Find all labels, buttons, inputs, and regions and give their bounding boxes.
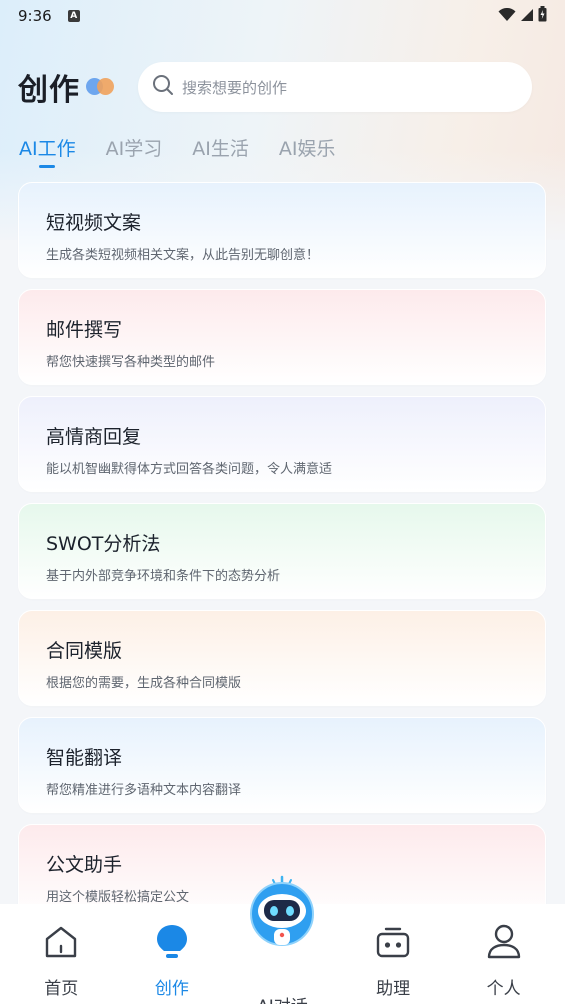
tab-ai-life[interactable]: AI生活 <box>192 134 249 168</box>
category-tabs: AI工作 AI学习 AI生活 AI娱乐 <box>0 134 565 174</box>
status-time: 9:36 <box>18 7 52 25</box>
nav-home[interactable]: 首页 <box>11 904 111 1004</box>
page-title: 创作 <box>18 73 80 108</box>
assistant-icon <box>373 922 413 962</box>
card-title: 高情商回复 <box>46 426 142 448</box>
tab-label: AI生活 <box>192 138 249 160</box>
card-description: 帮您精准进行多语种文本内容翻译 <box>46 783 242 798</box>
tab-label: AI工作 <box>19 138 76 160</box>
person-icon <box>484 922 524 962</box>
bottom-nav: 首页 创作 AI对话 助理 <box>0 875 565 1004</box>
robot-icon <box>242 874 322 954</box>
card-email-writing[interactable]: 邮件撰写 帮您快速撰写各种类型的邮件 <box>18 289 546 385</box>
card-smart-translation[interactable]: 智能翻译 帮您精准进行多语种文本内容翻译 <box>18 717 546 813</box>
wifi-icon <box>498 7 516 26</box>
nav-assistant[interactable]: 助理 <box>343 904 443 1004</box>
nav-label: 首页 <box>44 979 79 999</box>
card-description: 能以机智幽默得体方式回答各类问题，令人满意适 <box>46 462 333 477</box>
creation-card-list: 短视频文案 生成各类短视频相关文案，从此告别无聊创意！ 邮件撰写 帮您快速撰写各… <box>18 182 546 931</box>
card-eq-reply[interactable]: 高情商回复 能以机智幽默得体方式回答各类问题，令人满意适 <box>18 396 546 492</box>
active-tab-indicator <box>39 165 56 168</box>
status-icons <box>498 6 547 26</box>
tab-ai-entertainment[interactable]: AI娱乐 <box>279 134 336 168</box>
card-description: 帮您快速撰写各种类型的邮件 <box>46 355 216 370</box>
card-title: 合同模版 <box>46 640 123 662</box>
tab-ai-study[interactable]: AI学习 <box>106 134 163 168</box>
status-notification-badge: A <box>67 10 80 22</box>
card-description: 基于内外部竞争环境和条件下的态势分析 <box>46 569 281 584</box>
title-decoration-icon <box>86 76 116 96</box>
search-icon <box>152 74 174 100</box>
tab-label: AI娱乐 <box>278 138 336 160</box>
nav-profile[interactable]: 个人 <box>454 904 554 1004</box>
home-icon <box>41 922 81 962</box>
card-swot-analysis[interactable]: SWOT分析法 基于内外部竞争环境和条件下的态势分析 <box>18 503 546 599</box>
cellular-signal-icon <box>520 7 534 26</box>
header: 创作 搜索想要的创作 <box>0 62 565 112</box>
card-description: 生成各类短视频相关文案，从此告别无聊创意！ <box>46 248 320 263</box>
nav-label: 助理 <box>376 979 411 999</box>
tab-label: AI学习 <box>105 138 163 160</box>
nav-label: AI对话 <box>257 992 308 1004</box>
battery-icon <box>538 6 547 26</box>
status-bar: 9:36 A <box>0 0 565 32</box>
card-contract-template[interactable]: 合同模版 根据您的需要，生成各种合同模版 <box>18 610 546 706</box>
card-title: 短视频文案 <box>46 212 142 234</box>
card-title: SWOT分析法 <box>46 533 161 555</box>
nav-ai-chat[interactable]: AI对话 <box>232 875 332 1004</box>
card-title: 邮件撰写 <box>46 319 123 341</box>
search-placeholder: 搜索想要的创作 <box>182 78 288 97</box>
card-title: 智能翻译 <box>46 747 123 769</box>
card-description: 根据您的需要，生成各种合同模版 <box>46 676 242 691</box>
nav-create[interactable]: 创作 <box>122 904 222 1004</box>
lightbulb-icon <box>152 922 192 962</box>
card-short-video-copy[interactable]: 短视频文案 生成各类短视频相关文案，从此告别无聊创意！ <box>18 182 546 278</box>
nav-label: 个人 <box>486 979 521 999</box>
search-input[interactable]: 搜索想要的创作 <box>138 62 532 112</box>
tab-ai-work[interactable]: AI工作 <box>19 134 76 168</box>
nav-label: 创作 <box>154 979 189 999</box>
